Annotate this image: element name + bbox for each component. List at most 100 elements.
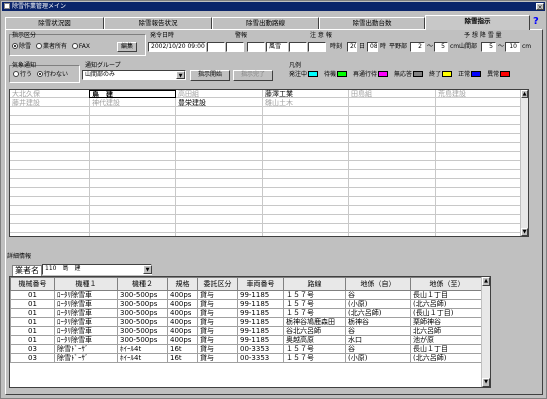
table-cell[interactable]: １５７号 xyxy=(283,353,346,363)
radio-weather-yes[interactable] xyxy=(13,71,19,77)
table-cell[interactable]: 99-1185 xyxy=(237,308,284,318)
table-cell[interactable]: 300-500ps xyxy=(117,335,168,345)
table-cell[interactable]: 16t xyxy=(167,353,198,363)
grid-row[interactable] xyxy=(10,144,522,152)
table-row[interactable]: 03 除雪ﾄﾞｰｻﾞ ﾎｲｰﾙ4t 16t 貸与 00-3353 １５７号 (小原) (北六呂師… xyxy=(10,353,484,363)
grid-cell[interactable]: 大北久保 xyxy=(10,90,40,98)
table-cell[interactable]: (北六呂師) xyxy=(410,299,484,309)
radio-fax[interactable] xyxy=(71,43,78,49)
tab-snow-report-status[interactable]: 除雪報告状況 xyxy=(104,17,212,29)
table-cell[interactable]: ﾛｰﾀﾘ除雪車 xyxy=(54,290,118,300)
table-cell[interactable]: 03 xyxy=(10,353,55,363)
table-cell[interactable]: (小原) xyxy=(345,353,411,363)
complete-instruction-button[interactable]: 指示完了 xyxy=(233,70,273,81)
table-cell[interactable]: 貸与 xyxy=(197,299,238,309)
table-cell[interactable]: 01 xyxy=(10,317,55,327)
table-cell[interactable]: 貸与 xyxy=(197,344,238,354)
radio-weather-no[interactable] xyxy=(36,71,43,77)
grid-row[interactable] xyxy=(10,153,522,161)
table-cell[interactable]: 16t xyxy=(167,344,198,354)
mount-from-field[interactable]: 5 xyxy=(481,42,496,52)
col-area-from[interactable]: 地係（自） xyxy=(345,277,411,291)
table-cell[interactable]: 貸与 xyxy=(197,335,238,345)
table-cell[interactable]: 400ps xyxy=(167,326,198,336)
grid-row[interactable]: 大北久保 島 建 高田組 藤澤工業 田島組 荒島建設 xyxy=(10,90,522,99)
table-cell[interactable]: 400ps xyxy=(167,290,198,300)
col-area-to[interactable]: 地係（至） xyxy=(410,277,484,291)
dispatch-datetime-field[interactable]: 2002/10/20 09:00 xyxy=(148,42,206,52)
table-cell[interactable]: 貸与 xyxy=(197,290,238,300)
table-cell[interactable]: ﾛｰﾀﾘ除雪車 xyxy=(54,308,118,318)
machine-table[interactable]: 機械番号 機種１ 機種２ 規格 委託区分 車両番号 路線 地係（自） 地係（至）… xyxy=(9,276,491,388)
table-cell[interactable]: 貸与 xyxy=(197,308,238,318)
grid-row[interactable]: 藤井建設 神代建設 豊栄建設 雛山土木 xyxy=(10,99,522,107)
grid-cell[interactable]: 藤井建設 xyxy=(10,99,40,107)
table-cell[interactable]: 栃神谷鳩鹿森田 xyxy=(283,317,346,327)
grid-row[interactable] xyxy=(10,117,522,125)
vendor-select[interactable]: 110 島 建 xyxy=(42,264,152,275)
table-cell[interactable]: 貸与 xyxy=(197,317,238,327)
table-cell[interactable]: 300-500ps xyxy=(117,290,168,300)
help-icon[interactable]: ? xyxy=(533,16,543,28)
table-scrollbar[interactable]: ▲ ▼ xyxy=(481,277,490,387)
table-cell[interactable]: 栃神谷 xyxy=(345,317,411,327)
mount-to-field[interactable]: 10 xyxy=(505,42,520,52)
grid-cell[interactable]: 豊栄建設 xyxy=(176,99,206,107)
table-cell[interactable]: ﾎｲｰﾙ4t xyxy=(117,344,168,354)
table-cell[interactable]: 00-3353 xyxy=(237,353,284,363)
table-row[interactable]: 01 ﾛｰﾀﾘ除雪車 300-500ps 400ps 貸与 99-1185 谷北六呂師谷北六… xyxy=(10,326,484,336)
grid-cell[interactable]: 藤澤工業 xyxy=(263,90,293,98)
table-cell[interactable]: 00-3353 xyxy=(237,344,284,354)
close-button[interactable]: × xyxy=(536,3,544,11)
grid-row[interactable] xyxy=(10,162,522,170)
table-cell[interactable]: 300-500ps xyxy=(117,299,168,309)
table-cell[interactable]: 300-500ps xyxy=(117,326,168,336)
col-route[interactable]: 路線 xyxy=(283,277,346,291)
col-contract-type[interactable]: 委託区分 xyxy=(197,277,238,291)
table-cell[interactable]: 水口 xyxy=(345,335,411,345)
table-cell[interactable]: 谷北六呂師 xyxy=(283,326,346,336)
table-cell[interactable]: 99-1185 xyxy=(237,299,284,309)
col-spec[interactable]: 規格 xyxy=(167,277,198,291)
scroll-up-icon[interactable]: ▲ xyxy=(521,90,528,98)
grid-cell[interactable]: 神代建設 xyxy=(90,99,120,107)
table-row[interactable]: 01 ﾛｰﾀﾘ除雪車 300-500ps 400ps 貸与 99-1185 奥越高原 水口 池が… xyxy=(10,335,484,345)
table-cell[interactable]: 北六呂師 xyxy=(410,326,484,336)
grid-row[interactable] xyxy=(10,126,522,134)
table-cell[interactable]: 谷 xyxy=(345,344,411,354)
table-cell[interactable]: ﾛｰﾀﾘ除雪車 xyxy=(54,326,118,336)
table-cell[interactable]: 01 xyxy=(10,290,55,300)
caution-field-4[interactable] xyxy=(308,42,326,52)
radio-snow[interactable] xyxy=(12,43,18,49)
grid-cell[interactable]: 荒島建設 xyxy=(436,90,466,98)
scroll-up-icon[interactable]: ▲ xyxy=(482,277,490,286)
edit-button[interactable]: 編集 xyxy=(117,42,137,52)
col-vehicle-no[interactable]: 車両番号 xyxy=(237,277,284,291)
plain-to-field[interactable]: 5 xyxy=(434,42,448,52)
start-instruction-button[interactable]: 指示開始 xyxy=(190,70,230,81)
table-row[interactable]: 01 ﾛｰﾀﾘ除雪車 300-500ps 400ps 貸与 99-1185 栃神谷鳩鹿森田栃… xyxy=(10,317,484,327)
scroll-down-icon[interactable]: ▼ xyxy=(521,228,528,236)
table-cell[interactable]: 長山１丁目 xyxy=(410,290,484,300)
table-cell[interactable]: (北六呂師) xyxy=(345,308,411,318)
plain-from-field[interactable]: 2 xyxy=(410,42,425,52)
table-cell[interactable]: 03 xyxy=(10,344,55,354)
table-cell[interactable]: 除雪ﾄﾞｰｻﾞ xyxy=(54,344,118,354)
table-cell[interactable]: 谷 xyxy=(345,326,411,336)
table-cell[interactable]: 奥越高原 xyxy=(283,335,346,345)
table-cell[interactable]: 貸与 xyxy=(197,326,238,336)
grid-row[interactable] xyxy=(10,198,522,206)
table-cell[interactable]: ﾛｰﾀﾘ除雪車 xyxy=(54,299,118,309)
table-cell[interactable]: ﾎｲｰﾙ4t xyxy=(117,353,168,363)
table-cell[interactable]: 99-1185 xyxy=(237,290,284,300)
warning-field-1[interactable] xyxy=(207,42,225,52)
table-cell[interactable]: 01 xyxy=(10,326,55,336)
grid-scrollbar[interactable]: ▲ ▼ xyxy=(520,90,528,236)
table-cell[interactable]: 除雪ﾄﾞｰｻﾞ xyxy=(54,353,118,363)
grid-cell[interactable]: 高田組 xyxy=(176,90,199,98)
caution-field-3[interactable] xyxy=(289,42,307,52)
table-row[interactable]: 01 ﾛｰﾀﾘ除雪車 300-500ps 400ps 貸与 99-1185 １５７号 (小原)… xyxy=(10,299,484,309)
table-cell[interactable]: 300-500ps xyxy=(117,317,168,327)
grid-cell[interactable]: 雛山土木 xyxy=(263,99,293,107)
table-cell[interactable]: 長山１丁目 xyxy=(410,344,484,354)
